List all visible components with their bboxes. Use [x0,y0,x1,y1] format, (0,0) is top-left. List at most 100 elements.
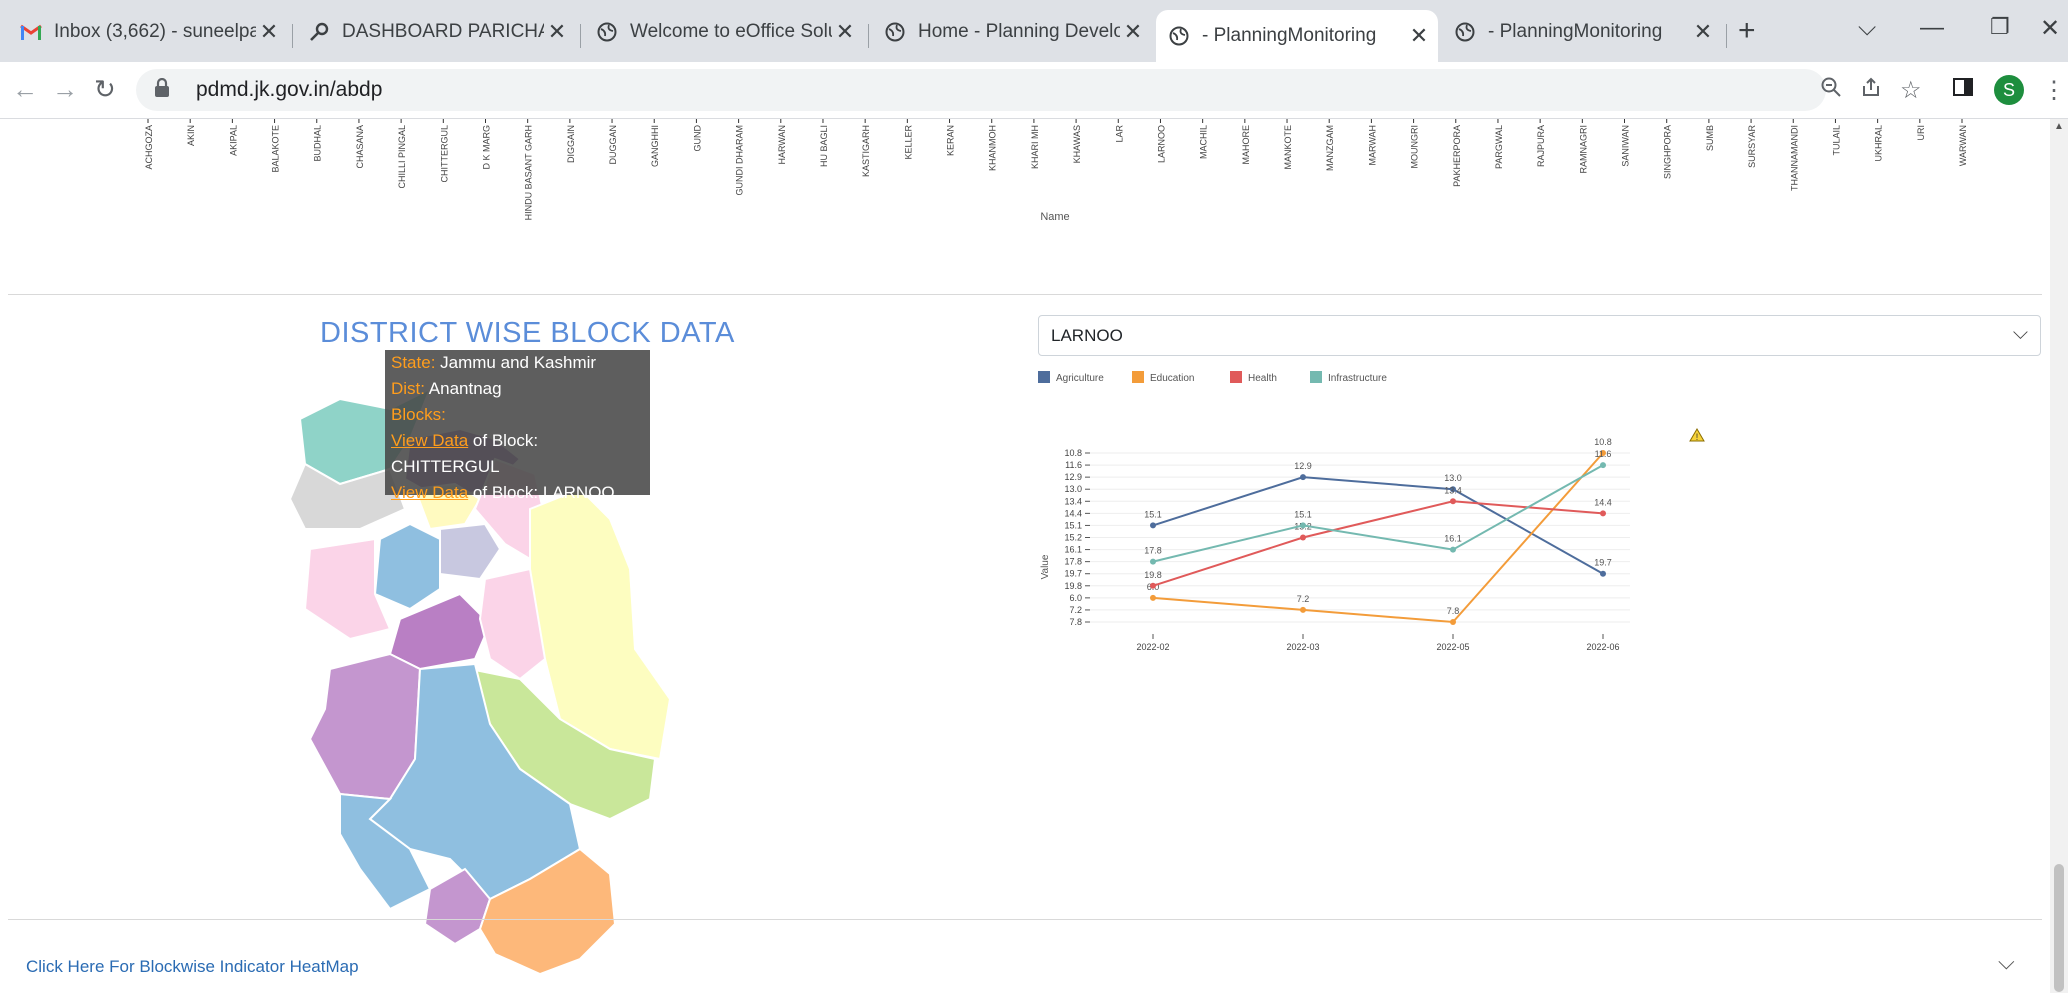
gmail-icon [20,21,42,43]
name-axis-label: KERAN [946,125,956,156]
close-tab-icon[interactable]: ✕ [256,19,282,45]
warning-icon[interactable]: ! [1689,428,1705,442]
block-name-axis: ACHGOZA AKIN AKIPAL BALAKOTE BUDHAL CHASANA CH… [144,119,1968,223]
name-axis-label: LARNOO [1156,125,1166,163]
name-axis-label: BALAKOTE [271,125,281,173]
data-point[interactable] [1600,462,1606,469]
data-point[interactable] [1150,594,1156,601]
close-tab-icon[interactable]: ✕ [832,19,858,45]
x-tick-label: 2022-06 [1586,642,1619,652]
name-axis-label: RAJPURA [1536,125,1546,167]
name-axis-label: AKIPAL [228,125,238,156]
data-point[interactable] [1150,558,1156,565]
minimize-button[interactable]: — [1920,14,1944,42]
name-axis-label: SINGHPORA [1663,125,1673,179]
name-axis-label: SUMB [1705,125,1715,151]
name-axis-label: THANNAMANDI [1789,125,1799,191]
bookmark-star-icon[interactable]: ☆ [1900,76,1922,105]
close-tab-icon[interactable]: ✕ [544,19,570,45]
data-point[interactable] [1300,522,1306,529]
close-tab-icon[interactable]: ✕ [1690,19,1716,45]
data-point[interactable] [1300,534,1306,541]
tab-planning-monitoring-active[interactable]: - PlanningMonitoring ✕ [1156,10,1438,62]
y-axis-title: Value [1040,554,1051,579]
legend-swatch[interactable] [1038,371,1050,383]
name-axis-label: MANZGAM [1325,125,1335,171]
data-point[interactable] [1300,606,1306,613]
name-axis-label: D K MARG [481,125,491,170]
block-line-chart: Agriculture Education Health Infrastructure… [1038,371,1705,652]
tab-eoffice[interactable]: Welcome to eOffice Solution ✕ [584,14,864,50]
data-point[interactable] [1150,582,1156,589]
new-tab-button[interactable]: + [1738,14,1756,48]
forward-arrow-icon[interactable]: → [52,74,78,105]
tab-planning-home[interactable]: Home - Planning Developme ✕ [872,14,1152,50]
omnibox[interactable]: pdmd.jk.gov.in/abdp [136,69,1826,111]
section-divider [8,294,2042,295]
tab-title: Welcome to eOffice Solution [630,21,832,42]
close-window-button[interactable]: ✕ [2040,14,2060,43]
data-label: 11.6 [1595,449,1612,459]
page-scrollbar[interactable]: ▲ [2050,119,2068,993]
profile-avatar[interactable]: S [1994,75,2024,105]
data-point[interactable] [1450,498,1456,505]
close-tab-icon[interactable]: ✕ [1120,19,1146,45]
data-label: 7.8 [1447,606,1460,616]
restore-button[interactable]: ❐ [1990,14,2010,40]
name-axis-label: MOUNGRI [1410,125,1420,169]
menu-kebab-icon[interactable]: ⋮ [2042,76,2066,105]
legend-swatch[interactable] [1310,371,1322,383]
view-data-link-chittergul[interactable]: View Data [391,431,468,450]
block-select-dropdown[interactable]: LARNOO ⌵ [1038,315,2041,356]
heatmap-link[interactable]: Click Here For Blockwise Indicator HeatM… [26,957,359,977]
tab-title: - PlanningMonitoring [1488,21,1663,42]
y-tick-label: 19.7 [1064,569,1082,579]
lock-icon [154,77,170,103]
tab-parichay[interactable]: DASHBOARD PARICHAY (OFF ✕ [296,14,576,50]
zoom-icon[interactable] [1820,76,1842,105]
name-axis-label: KHANMOH [988,125,998,171]
name-axis-label: TULAIL [1831,125,1841,156]
data-label: 16.1 [1444,534,1462,544]
side-panel-icon[interactable] [1952,76,1974,105]
data-point[interactable] [1300,474,1306,481]
y-tick-label: 11.6 [1065,460,1082,470]
data-point[interactable] [1450,619,1456,625]
tooltip-of-block: of Block: [472,431,539,450]
name-axis-label: KHARI MH [1030,125,1040,169]
tab-planning-monitoring[interactable]: - PlanningMonitoring ✕ [1442,14,1722,50]
scroll-up-icon[interactable]: ▲ [2054,121,2064,132]
y-tick-label: 19.8 [1064,581,1082,591]
tab-search-chevron-icon[interactable]: ⌵ [1858,14,1876,42]
name-axis-label: PARGWAL [1494,125,1504,169]
y-tick-label: 6.0 [1069,593,1082,603]
legend-label[interactable]: Infrastructure [1328,373,1387,384]
chevron-down-icon[interactable]: ⌵ [1998,949,2015,975]
close-tab-icon[interactable]: ✕ [1406,23,1432,49]
data-point[interactable] [1450,546,1456,553]
heatmap-accordion[interactable]: Click Here For Blockwise Indicator HeatM… [0,919,2042,993]
data-point[interactable] [1600,570,1606,577]
globe-icon [1168,25,1190,47]
map-region-6[interactable] [373,522,441,611]
reload-icon[interactable]: ↻ [94,74,116,105]
legend-label[interactable]: Agriculture [1056,373,1104,384]
legend-swatch[interactable] [1132,371,1144,383]
legend-label[interactable]: Education [1150,373,1194,384]
data-point[interactable] [1600,510,1606,517]
back-arrow-icon[interactable]: ← [12,74,38,105]
legend-label[interactable]: Health [1248,373,1277,384]
name-axis-label: PAKHERPORA [1452,125,1462,187]
share-icon[interactable] [1860,76,1882,105]
data-point[interactable] [1150,522,1156,529]
name-axis-label: MAHORE [1241,125,1251,165]
tab-title: Home - Planning Developme [918,21,1120,42]
tab-gmail[interactable]: Inbox (3,662) - suneelpandita ✕ [8,14,288,50]
scrollbar-thumb[interactable] [2054,864,2064,992]
view-data-link-larnoo[interactable]: View Data [391,483,468,502]
data-label: 15.1 [1144,509,1162,519]
data-label: 15.1 [1294,509,1312,519]
name-axis-label: CHILLI PINGAL [397,125,407,189]
legend-swatch[interactable] [1230,371,1242,383]
map-region-7[interactable] [439,522,502,581]
